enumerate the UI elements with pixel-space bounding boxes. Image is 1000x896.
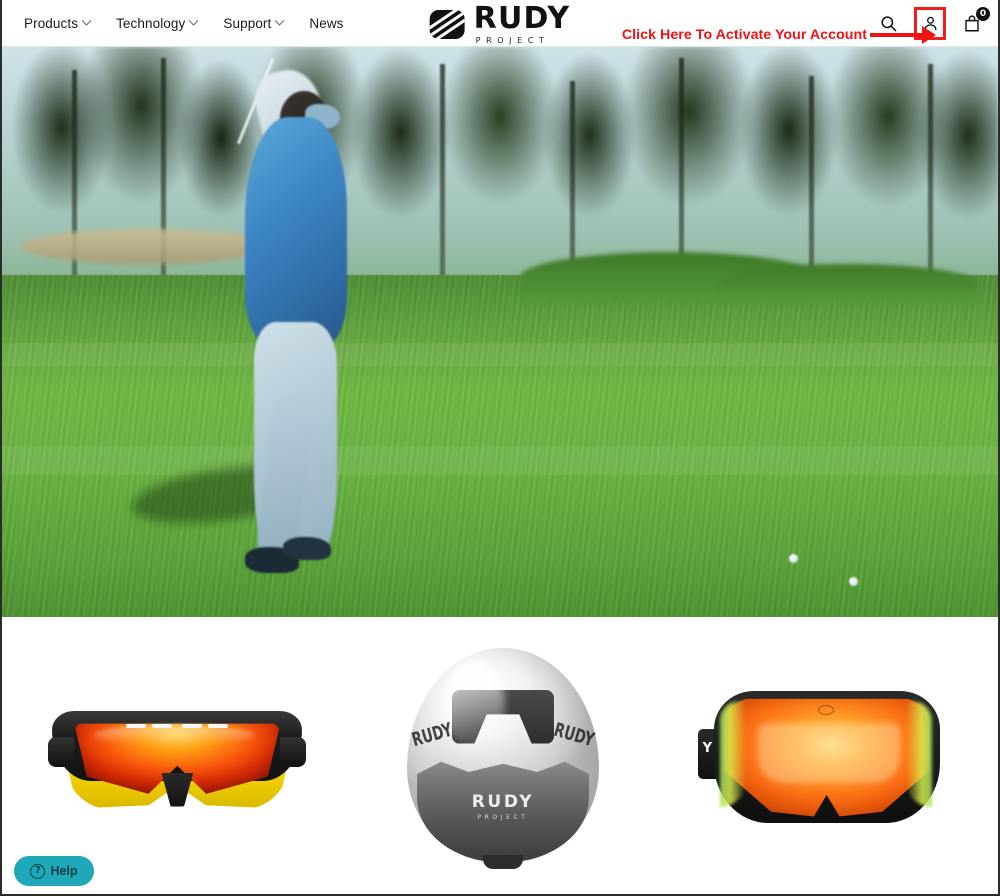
chevron-down-icon [274,15,285,26]
account-icon[interactable] [914,7,946,40]
logo-brand-sub: PROJECT [475,36,550,45]
search-icon[interactable] [876,12,900,36]
nav-item-technology[interactable]: Technology [116,15,199,31]
main-navigation: Products Technology Support News [24,0,344,47]
help-widget-button[interactable]: ? Help [14,856,94,886]
hero-video-banner[interactable] [2,47,998,617]
site-logo[interactable]: RUDY PROJECT [429,4,571,45]
product-aero-helmet[interactable]: RUDY RUDY RUDY PROJECT [399,640,607,872]
product-showcase: RUDY RUDY RUDY PROJECT Y [2,617,998,894]
page-root: Products Technology Support News RUDY PR… [0,0,1000,896]
nav-item-label: News [309,16,344,31]
nav-item-label: Support [223,16,272,31]
product-ski-goggles[interactable]: Y [697,681,952,831]
helmet-image: RUDY RUDY RUDY PROJECT [399,640,607,872]
nav-item-news[interactable]: News [309,16,343,31]
golf-ball [848,577,858,587]
hero-mound [719,263,979,304]
chevron-down-icon [81,15,92,26]
logo-text: RUDY PROJECT [474,4,571,45]
rudy-stripes-logo-icon [429,10,465,39]
help-widget-label: Help [50,864,78,878]
goggles-logo-icon [817,704,834,715]
goggles-strap-text: Y [702,740,713,756]
goggles-image: Y [697,681,952,831]
nav-item-label: Technology [116,16,186,31]
nav-item-label: Products [24,16,79,31]
product-sport-sunglasses[interactable] [48,697,307,815]
nav-item-support[interactable]: Support [223,15,285,31]
question-mark-icon: ? [30,863,46,879]
helmet-brand-main: RUDY [471,791,535,812]
shopping-bag-icon[interactable]: 0 [960,6,990,36]
sunglasses-image [48,697,307,815]
nav-item-products[interactable]: Products [24,15,92,31]
bag-count-badge: 0 [976,6,990,21]
site-header: Products Technology Support News RUDY PR… [2,0,998,47]
header-icon-group: 0 [876,0,990,47]
golfer-figure [216,57,375,589]
logo-brand-name: RUDY [473,1,571,36]
helmet-brand-sub: PROJECT [477,813,529,821]
helmet-brand-label: RUDY PROJECT [399,792,607,821]
chevron-down-icon [188,15,199,26]
